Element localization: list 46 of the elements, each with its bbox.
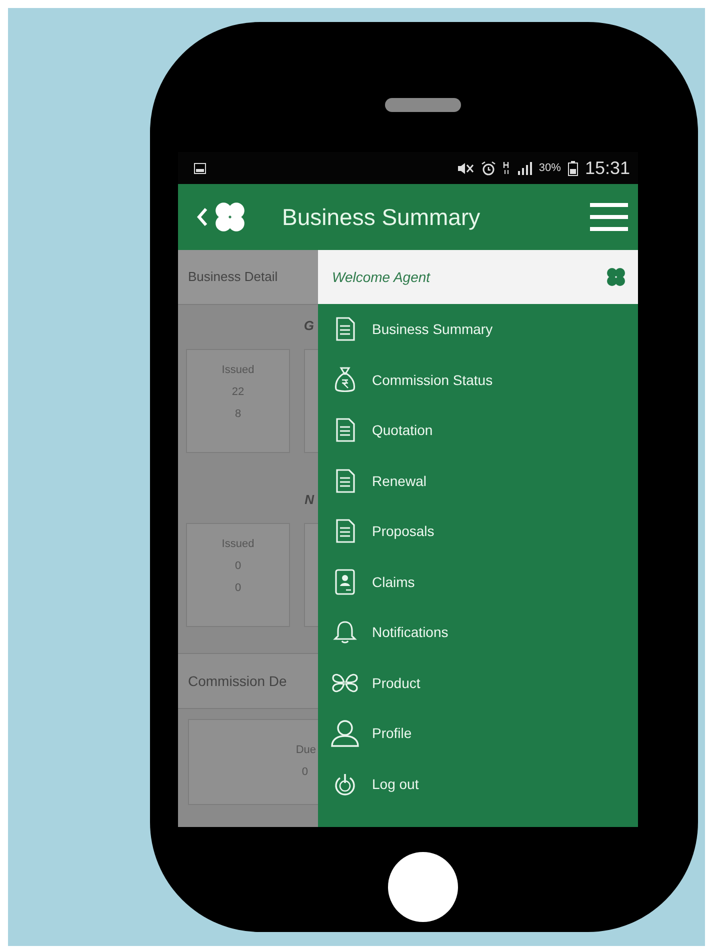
document-icon bbox=[335, 317, 355, 342]
menu-item[interactable]: Notifications bbox=[318, 607, 638, 658]
menu-icon bbox=[590, 203, 628, 231]
card-value: 0 bbox=[302, 766, 308, 778]
section-title: Business Detail bbox=[178, 250, 318, 305]
signal-icon bbox=[518, 162, 532, 174]
network-h-icon bbox=[502, 161, 511, 175]
mute-icon bbox=[456, 162, 474, 174]
menu-button[interactable] bbox=[590, 203, 628, 231]
document-icon bbox=[335, 418, 355, 442]
menu-item[interactable]: Quotation bbox=[318, 405, 638, 456]
clover-icon bbox=[606, 267, 626, 287]
id-card-icon bbox=[335, 568, 355, 595]
money-bag-icon bbox=[334, 366, 356, 394]
menu-item[interactable]: Product bbox=[318, 658, 638, 708]
back-button[interactable] bbox=[196, 207, 208, 227]
image-icon bbox=[194, 162, 206, 174]
menu-item[interactable]: Claims bbox=[318, 556, 638, 607]
card-value: 22 bbox=[232, 386, 244, 398]
card-value: 8 bbox=[234, 408, 242, 420]
card-label: Issued bbox=[222, 538, 254, 550]
alarm-clock-icon bbox=[480, 160, 496, 176]
menu-item[interactable]: Commission Status bbox=[318, 354, 638, 405]
card-value: 0 bbox=[234, 560, 242, 572]
menu-item[interactable]: Log out bbox=[318, 758, 638, 809]
menu-item[interactable]: Renewal bbox=[318, 456, 638, 506]
bell-icon bbox=[333, 620, 357, 644]
card-value: 0 bbox=[234, 582, 242, 594]
document-icon bbox=[335, 468, 355, 493]
group-heading: N bbox=[304, 492, 314, 506]
clock-time: 15:31 bbox=[584, 158, 630, 178]
menu-item[interactable]: Profile bbox=[318, 708, 638, 758]
battery-icon bbox=[568, 160, 578, 176]
person-icon bbox=[330, 719, 360, 748]
card-label: Issued bbox=[222, 364, 254, 376]
menu-item[interactable]: Business Summary bbox=[318, 304, 638, 354]
power-icon bbox=[333, 772, 357, 796]
menu-item[interactable]: Proposals bbox=[318, 506, 638, 556]
section-title: Commission De bbox=[178, 653, 318, 709]
card-label: Due bbox=[296, 744, 316, 756]
welcome-text: Welcome Agent bbox=[332, 269, 430, 285]
back-chevron-icon bbox=[196, 207, 208, 227]
battery-percent: 30% bbox=[538, 162, 561, 174]
header-title: Business Summary bbox=[282, 204, 482, 230]
document-icon bbox=[335, 519, 355, 544]
group-heading: G bbox=[304, 318, 314, 332]
